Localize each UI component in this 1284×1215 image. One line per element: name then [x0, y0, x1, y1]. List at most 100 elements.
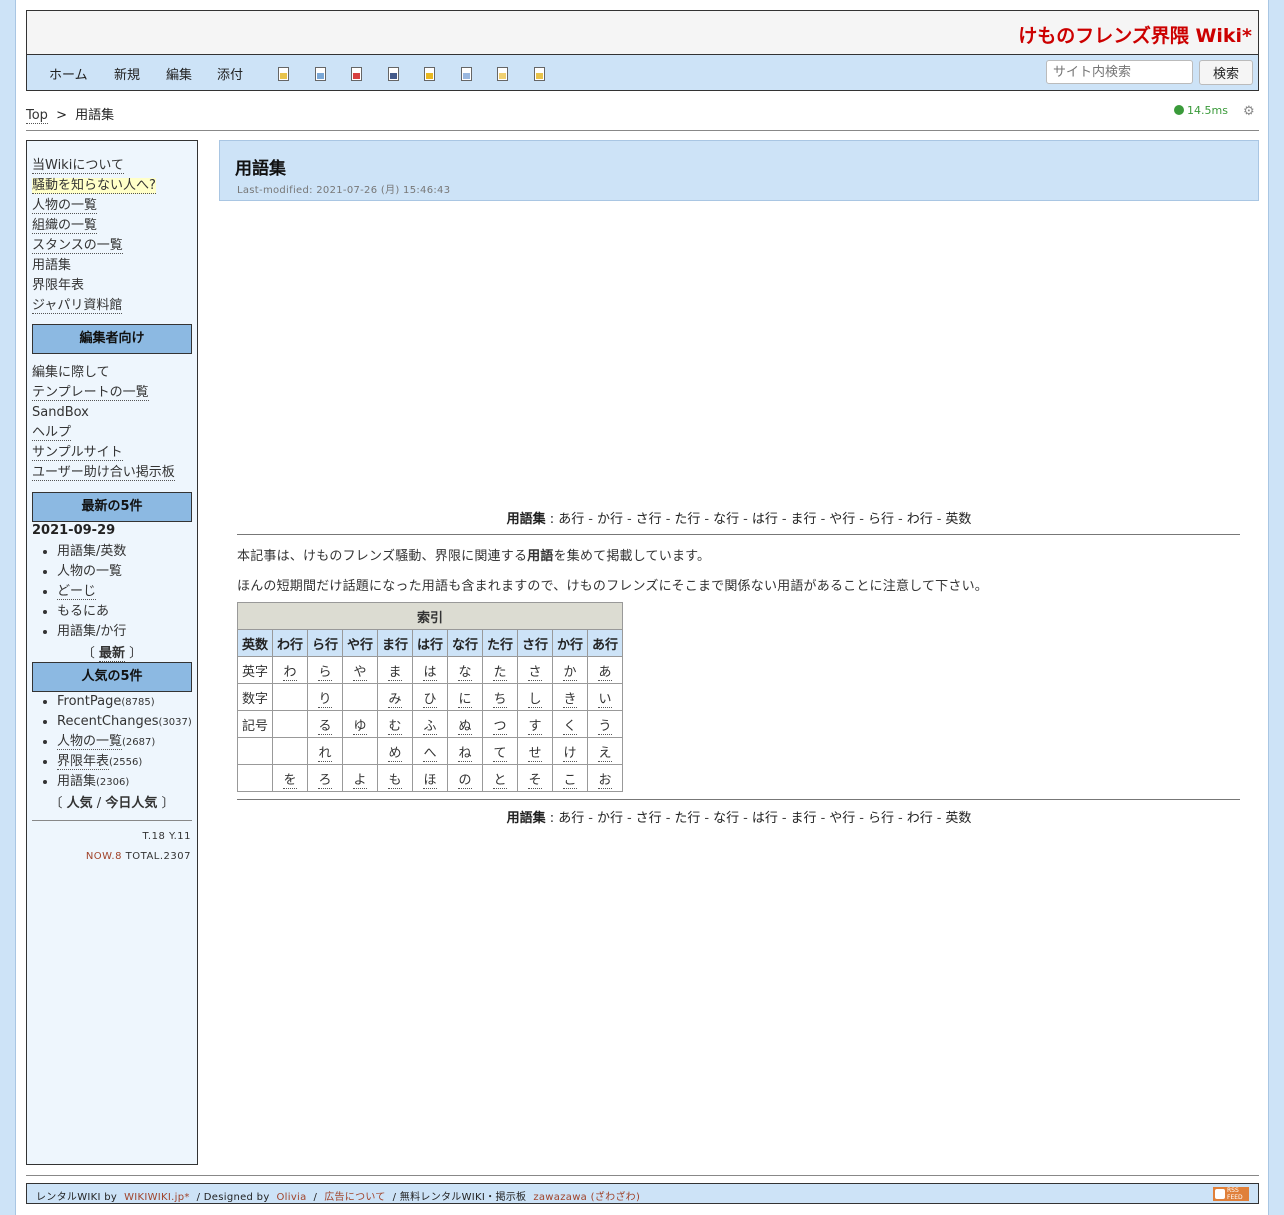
list-item[interactable]: FrontPage(8785) — [57, 692, 192, 712]
index-cell[interactable]: ふ — [412, 710, 448, 738]
footer-link-olivia[interactable]: Olivia — [277, 1192, 307, 1203]
list-item[interactable]: 用語集/英数 — [57, 542, 126, 562]
index-cell[interactable]: つ — [482, 710, 518, 738]
sidebar-link-orgs[interactable]: 組織の一覧 — [32, 218, 98, 234]
index-cell[interactable]: 数字 — [237, 683, 273, 711]
sidebar-link-board[interactable]: ユーザー助け合い掲示板 — [32, 465, 175, 481]
popular-more-link[interactable]: 人気 — [67, 796, 93, 811]
nav-item[interactable]: わ行 — [907, 512, 933, 527]
index-cell[interactable]: ら — [307, 656, 343, 684]
nav-label[interactable]: 用語集 — [507, 512, 546, 527]
sidebar-link-sandbox[interactable]: SandBox — [32, 405, 89, 420]
page-icon[interactable] — [278, 67, 289, 81]
index-cell[interactable]: え — [587, 737, 623, 765]
index-cell[interactable]: お — [587, 764, 623, 792]
nav-item[interactable]: ま行 — [791, 811, 817, 826]
index-cell[interactable]: れ — [307, 737, 343, 765]
index-cell[interactable]: き — [552, 683, 588, 711]
index-column-header[interactable]: ま行 — [377, 629, 413, 657]
index-column-header[interactable]: 英数 — [237, 629, 273, 657]
index-cell[interactable]: に — [447, 683, 483, 711]
index-cell[interactable]: り — [307, 683, 343, 711]
nav-item[interactable]: か行 — [597, 512, 623, 527]
copy-icon[interactable] — [315, 67, 326, 81]
site-title[interactable]: けものフレンズ界隈 Wiki* — [1018, 21, 1252, 48]
sidebar-link-help[interactable]: ヘルプ — [32, 425, 72, 441]
footer-link-ads[interactable]: 広告について — [324, 1192, 386, 1203]
list-item[interactable]: RecentChanges(3037) — [57, 712, 192, 732]
nav-item[interactable]: た行 — [674, 811, 700, 826]
menu-new[interactable]: 新規 — [114, 64, 140, 83]
index-column-header[interactable]: た行 — [482, 629, 518, 657]
nav-item[interactable]: ら行 — [868, 512, 894, 527]
index-column-header[interactable]: な行 — [447, 629, 483, 657]
index-cell[interactable]: て — [482, 737, 518, 765]
list-item[interactable]: 人物の一覧(2687) — [57, 732, 192, 752]
index-cell[interactable]: し — [517, 683, 553, 711]
index-column-header[interactable]: か行 — [552, 629, 588, 657]
nav-label[interactable]: 用語集 — [507, 811, 546, 826]
index-cell[interactable]: と — [482, 764, 518, 792]
nav-item[interactable]: や行 — [829, 512, 855, 527]
save-icon[interactable] — [388, 67, 399, 81]
lock-icon[interactable] — [424, 67, 435, 81]
list-icon[interactable] — [497, 67, 508, 81]
index-cell[interactable]: ぬ — [447, 710, 483, 738]
index-column-header[interactable]: は行 — [412, 629, 448, 657]
search-button[interactable]: 検索 — [1199, 60, 1253, 85]
nav-item[interactable]: は行 — [752, 512, 778, 527]
breadcrumb-top[interactable]: Top — [26, 108, 48, 124]
index-column-header[interactable]: や行 — [342, 629, 378, 657]
nav-item[interactable]: 英数 — [945, 811, 971, 826]
index-cell[interactable]: い — [587, 683, 623, 711]
index-cell[interactable]: な — [447, 656, 483, 684]
nav-item[interactable]: な行 — [713, 811, 739, 826]
index-cell[interactable]: の — [447, 764, 483, 792]
sidebar-link-editing[interactable]: 編集に際して — [32, 365, 110, 380]
index-cell[interactable]: ま — [377, 656, 413, 684]
nav-item[interactable]: ま行 — [791, 512, 817, 527]
index-cell[interactable]: み — [377, 683, 413, 711]
sidebar-link-templates[interactable]: テンプレートの一覧 — [32, 385, 149, 401]
index-cell[interactable]: う — [587, 710, 623, 738]
nav-item[interactable]: ら行 — [868, 811, 894, 826]
list-item[interactable]: 界限年表(2556) — [57, 752, 192, 772]
nav-item[interactable]: 英数 — [945, 512, 971, 527]
index-cell[interactable]: こ — [552, 764, 588, 792]
sidebar-link-intro[interactable]: 騒動を知らない人へ? — [32, 178, 156, 194]
index-cell[interactable]: ほ — [412, 764, 448, 792]
index-column-header[interactable]: あ行 — [587, 629, 623, 657]
index-cell[interactable]: る — [307, 710, 343, 738]
sidebar-link-timeline[interactable]: 界限年表 — [32, 278, 84, 293]
index-cell[interactable]: か — [552, 656, 588, 684]
index-cell[interactable]: ね — [447, 737, 483, 765]
index-cell[interactable]: へ — [412, 737, 448, 765]
list-item[interactable]: どーじ — [57, 582, 126, 602]
nav-item[interactable]: や行 — [829, 811, 855, 826]
menu-edit[interactable]: 編集 — [166, 64, 192, 83]
pages-icon[interactable] — [461, 67, 472, 81]
footer-link-zawazawa[interactable]: zawazawa (ざわざわ) — [533, 1192, 640, 1203]
sidebar-link-sample[interactable]: サンプルサイト — [32, 445, 123, 461]
list-item[interactable]: 用語集/か行 — [57, 622, 126, 642]
sidebar-link-archive[interactable]: ジャパリ資料館 — [32, 298, 123, 314]
nav-item[interactable]: さ行 — [636, 512, 662, 527]
delete-icon[interactable] — [351, 67, 362, 81]
nav-item[interactable]: あ行 — [558, 512, 584, 527]
nav-item[interactable]: か行 — [597, 811, 623, 826]
index-column-header[interactable]: わ行 — [272, 629, 308, 657]
sidebar-link-glossary[interactable]: 用語集 — [32, 258, 71, 273]
index-cell[interactable]: わ — [272, 656, 308, 684]
index-cell[interactable]: け — [552, 737, 588, 765]
list-item[interactable]: もるにあ — [57, 602, 126, 622]
index-cell[interactable]: よ — [342, 764, 378, 792]
index-column-header[interactable]: ら行 — [307, 629, 343, 657]
nav-item[interactable]: わ行 — [907, 811, 933, 826]
index-cell[interactable]: や — [342, 656, 378, 684]
index-cell[interactable]: さ — [517, 656, 553, 684]
index-cell[interactable]: ゆ — [342, 710, 378, 738]
nav-item[interactable]: あ行 — [558, 811, 584, 826]
nav-item[interactable]: さ行 — [636, 811, 662, 826]
list-item[interactable]: 用語集(2306) — [57, 772, 192, 792]
index-cell[interactable]: め — [377, 737, 413, 765]
